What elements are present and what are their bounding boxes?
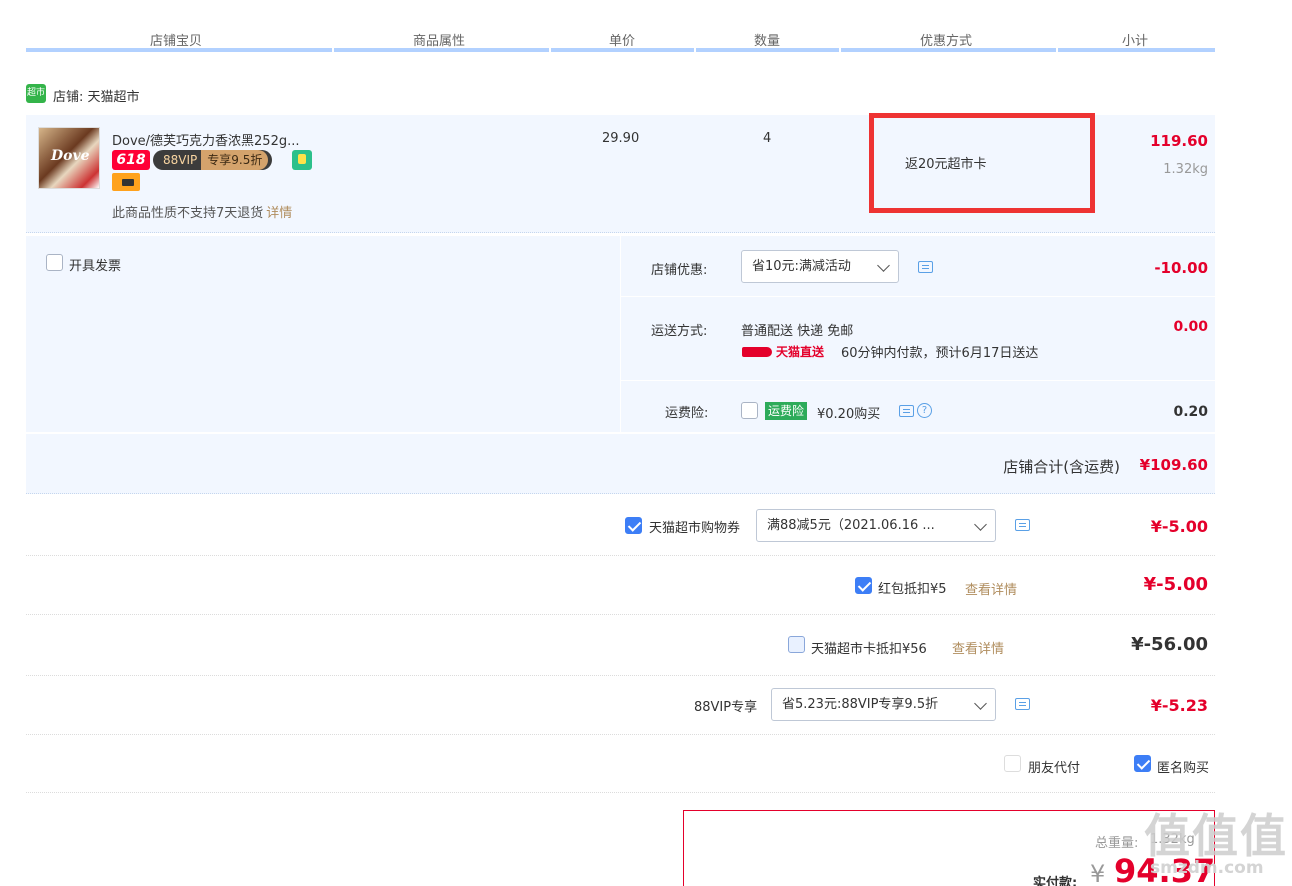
market-card-checkbox[interactable] [788,636,805,653]
return-policy-text: 此商品性质不支持7天退货 [112,206,264,221]
header-divider [841,48,1056,52]
insurance-checkbox[interactable] [741,402,758,419]
promo-text: 返20元超市卡 [905,157,987,172]
insurance-label: 运费险: [665,406,709,421]
service-badge-icon [292,150,312,170]
watermark-logo: 值值值 [1144,809,1288,863]
divider [26,614,1215,615]
header-divider [1058,48,1215,52]
chevron-down-icon [877,259,890,272]
divider [26,734,1215,735]
header-divider [551,48,694,52]
item-weight: 1.32kg [1163,162,1208,177]
divider [26,675,1215,676]
header-quantity: 数量 [754,34,781,49]
watermark-site: smzdm.com [1150,858,1264,878]
invoice-checkbox[interactable] [46,254,63,271]
insurance-price: ¥0.20购买 [817,407,881,422]
card-payment-icon [112,173,140,191]
product-thumbnail-logo: Dove [51,148,90,164]
header-promo: 优惠方式 [920,34,973,49]
shipping-eta: 60分钟内付款，预计6月17日送达 [841,346,1039,361]
chevron-down-icon [974,697,987,710]
table-header: 店铺宝贝 商品属性 单价 数量 优惠方式 小计 [0,0,1292,52]
message-icon[interactable] [1015,698,1030,710]
tag-88vip-discount: 专享9.5折 [201,150,269,170]
anonymous-label: 匿名购买 [1157,761,1210,776]
actual-pay-label: 实付款: [1033,876,1078,886]
coupon-label: 天猫超市购物券 [649,521,741,536]
market-card-detail-link[interactable]: 查看详情 [952,638,1004,657]
shop-discount-select[interactable]: 省10元:满减活动 [741,250,899,283]
coupon-select[interactable]: 满88减5元（2021.06.16 ... [756,509,996,542]
message-icon[interactable] [918,261,933,273]
currency-symbol: ¥ [1090,860,1106,886]
coupon-value: 满88减5元（2021.06.16 ... [767,518,935,533]
vip88-label: 88VIP专享 [694,700,758,715]
anonymous-checkbox[interactable] [1134,755,1151,772]
product-title[interactable]: Dove/德芙巧克力香浓黑252g... [112,130,300,149]
vip88-value: 省5.23元:88VIP专享9.5折 [782,697,939,712]
header-unit-price: 单价 [609,34,636,49]
invoice-label: 开具发票 [69,259,122,274]
item-subtotal: 119.60 [1150,132,1208,150]
tag-88vip-label: 88VIP [163,153,198,167]
shop-total-amount: ¥109.60 [1139,456,1208,474]
header-shop-item: 店铺宝贝 [150,34,203,49]
redpacket-amount: ¥-5.00 [1143,574,1208,595]
divider [621,380,1215,381]
header-divider [696,48,839,52]
header-divider [334,48,549,52]
market-card-label: 天猫超市卡抵扣¥56 [811,642,927,657]
coupon-amount: ¥-5.00 [1150,517,1208,536]
tmall-supermarket-icon: 超市 [26,84,46,103]
shop-discount-amount: -10.00 [1154,259,1208,277]
redpacket-label: 红包抵扣¥5 [878,582,947,597]
shop-total-label: 店铺合计(含运费) [1003,458,1120,476]
vip88-select[interactable]: 省5.23元:88VIP专享9.5折 [771,688,996,721]
coupon-checkbox[interactable] [625,517,642,534]
insurance-tag: 运费险 [765,402,808,420]
header-attrs: 商品属性 [413,34,466,49]
tag-88vip: 88VIP 专享9.5折 [153,150,273,170]
insurance-amount: 0.20 [1173,404,1208,420]
tmall-express-icon [742,347,772,357]
vip88-amount: ¥-5.23 [1150,696,1208,715]
friend-pay-checkbox[interactable] [1004,755,1021,772]
return-policy-link[interactable]: 详情 [266,206,292,221]
divider [26,792,1215,793]
friend-pay-label: 朋友代付 [1028,761,1081,776]
total-weight-label: 总重量: [1095,836,1139,851]
tmall-express-label: 天猫直送 [776,345,825,359]
product-thumbnail[interactable]: Dove [38,127,100,189]
market-card-amount: ¥-56.00 [1131,634,1208,655]
unit-price: 29.90 [602,131,640,146]
shop-name[interactable]: 店铺: 天猫超市 [53,86,140,105]
quantity: 4 [763,131,772,146]
tag-618: 618 [112,150,150,170]
redpacket-detail-link[interactable]: 查看详情 [965,579,1017,598]
watermark: 值值值 smzdm.com [1140,800,1290,886]
shipping-method: 普通配送 快递 免邮 [741,324,854,339]
shop-discount-label: 店铺优惠: [651,263,708,278]
redpacket-checkbox[interactable] [855,577,872,594]
message-icon[interactable] [899,405,914,417]
divider [26,555,1215,556]
shipping-label: 运送方式: [651,324,708,339]
tmall-express-tag: 天猫直送 [742,343,825,359]
header-divider [26,48,332,52]
header-subtotal: 小计 [1122,34,1149,49]
divider [621,296,1215,297]
shipping-amount: 0.00 [1173,319,1208,335]
return-policy-notice: 此商品性质不支持7天退货 详情 [112,202,292,221]
shop-discount-value: 省10元:满减活动 [752,259,851,274]
help-icon[interactable]: ? [917,403,932,418]
chevron-down-icon [974,518,987,531]
message-icon[interactable] [1015,519,1030,531]
